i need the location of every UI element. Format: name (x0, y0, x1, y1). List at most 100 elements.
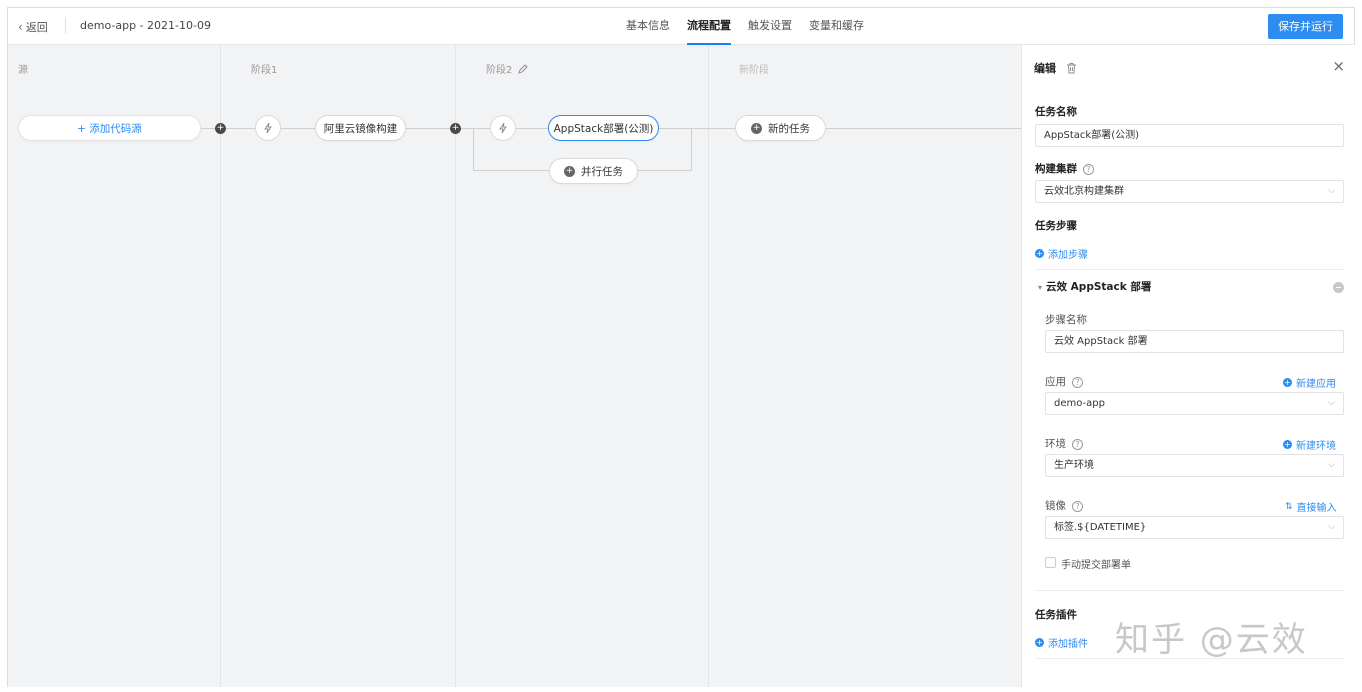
new-app-label: 新建应用 (1296, 379, 1336, 390)
caret-down-icon: ▾ (1038, 283, 1043, 292)
step-name-input[interactable]: 云效 AppStack 部署 (1045, 330, 1344, 353)
plus-circle-icon: + (1283, 378, 1292, 387)
plugins-label: 任务插件 (1035, 609, 1077, 621)
column-title-stage2: 阶段2 (486, 65, 513, 76)
parallel-task-label: 并行任务 (581, 165, 623, 178)
new-app-link[interactable]: + 新建应用 (1283, 375, 1336, 390)
tab-flow-config[interactable]: 流程配置 (687, 8, 731, 45)
divider (1035, 269, 1344, 270)
column-title-source: 源 (18, 65, 28, 76)
step-name-label: 步骤名称 (1045, 314, 1087, 326)
save-and-run-button[interactable]: 保存并运行 (1268, 14, 1343, 39)
panel-title: 编辑 (1034, 62, 1056, 75)
swap-icon: ⇅ (1285, 501, 1293, 512)
column-title-stage1: 阶段1 (251, 65, 278, 76)
column-title-stage2-wrap: 阶段2 (486, 61, 529, 76)
image-value: 标签.${DATETIME} (1054, 522, 1147, 533)
watermark: 知乎 @云效 (1115, 620, 1308, 660)
new-env-label: 新建环境 (1296, 441, 1336, 452)
task-aliyun-image-build[interactable]: 阿里云镜像构建 (315, 115, 406, 141)
app-label: 应用 (1045, 376, 1066, 388)
pencil-icon[interactable] (518, 63, 529, 74)
manual-submit-label[interactable]: 手动提交部署单 (1061, 556, 1131, 571)
add-plugin-label: 添加插件 (1048, 639, 1088, 650)
step-title: 云效 AppStack 部署 (1046, 281, 1152, 293)
new-task-button[interactable]: + 新的任务 (735, 115, 826, 141)
stage2-column: 阶段2 (456, 45, 709, 687)
add-step-label: 添加步骤 (1048, 250, 1088, 261)
new-stage-column: 新阶段 (709, 45, 1021, 687)
image-label-wrap: 镜像? (1045, 498, 1083, 513)
chevron-down-icon: ⌵ (1328, 460, 1335, 470)
cluster-label-wrap: 构建集群? (1035, 161, 1094, 176)
stage2-trigger-button[interactable] (490, 115, 516, 141)
app-label-wrap: 应用? (1045, 374, 1083, 389)
env-select[interactable]: 生产环境 ⌵ (1045, 454, 1344, 477)
column-title-new-stage[interactable]: 新阶段 (739, 61, 769, 76)
steps-label: 任务步骤 (1035, 220, 1077, 232)
cluster-select[interactable]: 云效北京构建集群 ⌵ (1035, 180, 1344, 203)
add-plugin-link[interactable]: + 添加插件 (1035, 635, 1088, 650)
source-column: 源 (8, 45, 221, 687)
app-select[interactable]: demo-app ⌵ (1045, 392, 1344, 415)
branch-line-right (691, 128, 692, 170)
help-icon[interactable]: ? (1083, 163, 1094, 175)
image-select[interactable]: 标签.${DATETIME} ⌵ (1045, 516, 1344, 539)
env-value: 生产环境 (1054, 460, 1094, 471)
cluster-value: 云效北京构建集群 (1044, 186, 1124, 197)
remove-step-icon[interactable] (1333, 282, 1344, 293)
lightning-icon (499, 122, 507, 134)
plus-circle-icon: + (751, 122, 762, 134)
plus-circle-icon: + (1035, 638, 1044, 647)
chevron-down-icon: ⌵ (1328, 186, 1335, 196)
manual-submit-checkbox[interactable] (1045, 557, 1056, 568)
divider (65, 17, 66, 34)
add-stage-icon[interactable]: + (215, 123, 226, 134)
back-button[interactable]: ‹ 返回 (18, 19, 48, 35)
cluster-label: 构建集群 (1035, 163, 1077, 175)
app-window: ‹ 返回 demo-app - 2021-10-09 基本信息 流程配置 触发设… (7, 7, 1356, 687)
tab-bar: 基本信息 流程配置 触发设置 变量和缓存 (626, 8, 864, 45)
stage1-trigger-button[interactable] (255, 115, 281, 141)
direct-input-label: 直接输入 (1296, 503, 1337, 514)
new-task-label: 新的任务 (768, 122, 810, 135)
trash-icon[interactable] (1066, 62, 1077, 74)
help-icon[interactable]: ? (1072, 500, 1083, 512)
chevron-left-icon: ‹ (18, 20, 23, 34)
back-label: 返回 (25, 21, 48, 34)
chevron-down-icon: ⌵ (1328, 522, 1335, 532)
lightning-icon (264, 122, 272, 134)
app-value: demo-app (1054, 398, 1105, 409)
task-name-label: 任务名称 (1035, 106, 1077, 118)
edit-panel: 编辑 × 任务名称 AppStack部署(公测) 构建集群? 云效北京构建集群 … (1021, 45, 1356, 687)
plus-circle-icon: + (1283, 440, 1292, 449)
new-env-link[interactable]: + 新建环境 (1283, 437, 1336, 452)
chevron-down-icon: ⌵ (1328, 398, 1335, 408)
panel-header: 编辑 (1034, 60, 1077, 76)
image-label: 镜像 (1045, 500, 1066, 512)
add-stage-icon[interactable]: + (450, 123, 461, 134)
env-label: 环境 (1045, 438, 1066, 450)
env-label-wrap: 环境? (1045, 436, 1083, 451)
tab-trigger-settings[interactable]: 触发设置 (748, 8, 792, 45)
pipeline-canvas: 源 阶段1 阶段2 新阶段 + 添加代码源 + 阿里云镜像构建 + AppSta… (8, 45, 1021, 687)
add-step-link[interactable]: + 添加步骤 (1035, 246, 1088, 261)
top-bar: ‹ 返回 demo-app - 2021-10-09 基本信息 流程配置 触发设… (8, 8, 1354, 45)
close-icon[interactable]: × (1332, 57, 1345, 75)
task-name-input[interactable]: AppStack部署(公测) (1035, 124, 1344, 147)
stage1-column: 阶段1 (221, 45, 456, 687)
tab-variables-cache[interactable]: 变量和缓存 (809, 8, 864, 45)
plus-circle-icon: + (1035, 249, 1044, 258)
add-source-button[interactable]: + 添加代码源 (18, 115, 201, 141)
task-appstack-deploy[interactable]: AppStack部署(公测) (548, 115, 659, 141)
pipeline-title: demo-app - 2021-10-09 (80, 19, 211, 32)
help-icon[interactable]: ? (1072, 376, 1083, 388)
help-icon[interactable]: ? (1072, 438, 1083, 450)
direct-input-link[interactable]: ⇅ 直接输入 (1285, 499, 1337, 515)
branch-line-left (473, 128, 474, 170)
step-header[interactable]: ▾ 云效 AppStack 部署 (1038, 279, 1151, 294)
tab-basic-info[interactable]: 基本信息 (626, 8, 670, 45)
divider (1035, 590, 1344, 591)
parallel-task-button[interactable]: + 并行任务 (549, 158, 638, 184)
plus-circle-icon: + (564, 165, 575, 177)
